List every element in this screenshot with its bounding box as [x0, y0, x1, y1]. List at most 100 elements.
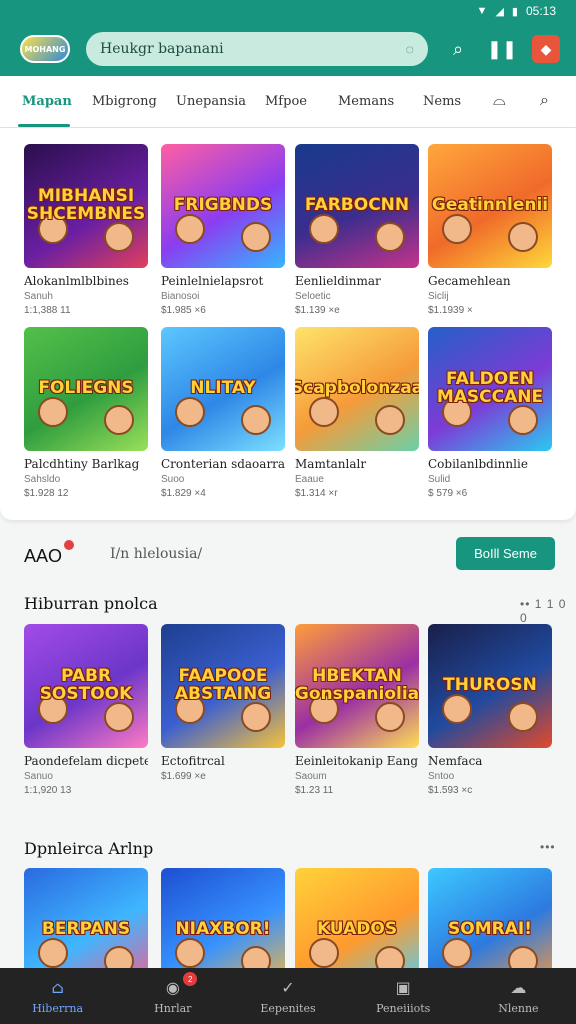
tab-3[interactable]: Mfpoe: [265, 94, 307, 109]
section-title: Dpnleirca Arlnp: [24, 839, 154, 858]
category-tabs: Mapan Mbigrong Unepansia Mfpoe Memans Ne…: [0, 76, 576, 128]
active-tab-indicator: [18, 124, 70, 127]
game-thumbnail[interactable]: PABR SOSTOOK: [24, 624, 148, 748]
promo-subtitle: I/n hlelousia/: [110, 546, 203, 562]
game-name: Nemfaca: [428, 754, 483, 768]
game-tile[interactable]: NLITAY Cronterian sdaoarran Suoo $1.829 ×4: [161, 327, 285, 499]
nav-label: Eepenites: [260, 1001, 316, 1015]
character-art: [241, 405, 271, 435]
game-tile[interactable]: MIBHANSI SHCEMBNES Alokanlmlblbines Sanuh 1…: [24, 144, 148, 316]
character-art: [175, 938, 205, 968]
nav-item-explore[interactable]: ✓ Eepenites: [230, 968, 345, 1024]
game-name: Ectofitrcal: [161, 754, 225, 768]
game-thumbnail[interactable]: FAAPOOE ABSTAING: [161, 624, 285, 748]
game-thumbnail[interactable]: THUROSN: [428, 624, 552, 748]
game-thumbnail[interactable]: FALDOEN MASCCANE: [428, 327, 552, 451]
game-category: Bianosoi: [161, 291, 200, 302]
game-category: Saoum: [295, 771, 327, 782]
character-art: [508, 222, 538, 252]
game-name: Eenlieldinmar: [295, 274, 381, 288]
game-art-title: FARBOCNN: [304, 195, 410, 216]
game-tile[interactable]: Scapbolonzaa Mamtanlalr Eaaue $1.314 ×r: [295, 327, 419, 499]
character-art: [508, 405, 538, 435]
character-art: [175, 397, 205, 427]
game-art-title: NLITAY: [190, 378, 256, 399]
game-art-title: FAAPOOE ABSTAING: [174, 666, 272, 704]
home-icon: ⌂: [51, 978, 64, 997]
tab-0[interactable]: Mapan: [22, 94, 72, 109]
status-time: 05:13: [525, 4, 556, 18]
game-category: Suoo: [161, 474, 185, 485]
game-tile[interactable]: FOLIEGNS Palcdhtiny Barlkag Sahsldo $1.928 …: [24, 327, 148, 499]
game-tile[interactable]: FAAPOOE ABSTAING Ectofitrcal $1.699 ×e: [161, 624, 285, 782]
game-name: Paondefelam dicpete: [24, 754, 148, 768]
game-art-title: BERPANS: [41, 919, 131, 940]
game-art-title: FRIGBNDS: [173, 195, 273, 216]
game-name: Alokanlmlblbines: [24, 274, 129, 288]
game-tile[interactable]: THUROSN Nemfaca Sntoo $1.593 ×c: [428, 624, 552, 796]
game-meta: $1.139 ×e: [295, 305, 340, 316]
game-tile[interactable]: FRIGBNDS Peinlelnielapsrot Bianosoi $1.985 …: [161, 144, 285, 316]
game-thumbnail[interactable]: Geatinnlenii: [428, 144, 552, 268]
gift-icon[interactable]: ❚❚: [487, 35, 517, 63]
character-art: [104, 222, 134, 252]
app-logo[interactable]: MOHANG: [20, 35, 70, 63]
nav-item-profile[interactable]: ◉ 2 Hnrlar: [115, 968, 230, 1024]
game-thumbnail[interactable]: NLITAY: [161, 327, 285, 451]
nav-badge: 2: [183, 972, 198, 986]
game-meta: $1.829 ×4: [161, 488, 206, 499]
game-thumbnail[interactable]: FOLIEGNS: [24, 327, 148, 451]
see-more-button[interactable]: BoIll Seme: [456, 537, 555, 570]
tab-2[interactable]: Unepansia: [176, 94, 246, 109]
character-art: [309, 938, 339, 968]
profile-icon: ◉: [165, 978, 180, 997]
game-meta: 1:1,388 11: [24, 305, 71, 316]
game-thumbnail[interactable]: FARBOCNN: [295, 144, 419, 268]
notification-icon[interactable]: ◆: [532, 35, 560, 63]
nav-label: Nlenne: [498, 1001, 539, 1015]
game-name: Gecamehlean: [428, 274, 511, 288]
character-art: [241, 222, 271, 252]
character-art: [442, 694, 472, 724]
game-category: Eaaue: [295, 474, 324, 485]
game-art-title: FOLIEGNS: [38, 378, 134, 399]
status-bar: ▼ ◢ ▮ 05:13: [0, 0, 576, 22]
promo-badge: [64, 540, 74, 550]
character-art: [375, 222, 405, 252]
game-tile[interactable]: FALDOEN MASCCANE Cobilanlbdinnlie Sulid $ 5…: [428, 327, 552, 499]
game-thumbnail[interactable]: MIBHANSI SHCEMBNES: [24, 144, 148, 268]
chat-icon[interactable]: ◌: [406, 41, 414, 57]
game-tile[interactable]: HBEKTAN Gonspaniolia Eeinleitokanip Eang S…: [295, 624, 419, 796]
search-input[interactable]: [100, 41, 370, 57]
game-thumbnail[interactable]: FRIGBNDS: [161, 144, 285, 268]
search-bar[interactable]: ◌: [86, 32, 428, 66]
character-art: [309, 397, 339, 427]
game-tile[interactable]: Geatinnlenii Gecamehlean Siclij $1.1939 ×: [428, 144, 552, 316]
tab-4[interactable]: Memans: [338, 94, 394, 109]
tab-5[interactable]: Nems: [423, 94, 461, 109]
tab-1[interactable]: Mbigrong: [92, 94, 157, 109]
promo-title: AAO: [24, 546, 63, 566]
game-tile[interactable]: PABR SOSTOOK Paondefelam dicpete Sanuo 1:1,…: [24, 624, 148, 796]
more-options-icon[interactable]: •••: [540, 840, 556, 854]
nav-item-home[interactable]: ⌂ Hiberrna: [0, 968, 115, 1024]
game-thumbnail[interactable]: HBEKTAN Gonspaniolia: [295, 624, 419, 748]
section-more[interactable]: •• 1 1 0 0: [520, 597, 576, 625]
search-icon[interactable]: ⌕: [540, 92, 549, 110]
character-art: [442, 214, 472, 244]
controller-icon[interactable]: ⌓: [493, 92, 506, 110]
nav-item-store[interactable]: ▣ Peneiiiots: [346, 968, 461, 1024]
game-meta: $1.985 ×6: [161, 305, 206, 316]
character-art: [508, 702, 538, 732]
game-thumbnail[interactable]: Scapbolonzaa: [295, 327, 419, 451]
game-meta: 1:1,920 13: [24, 785, 72, 796]
character-art: [38, 397, 68, 427]
game-tile[interactable]: FARBOCNN Eenlieldinmar Seloetic $1.139 ×e: [295, 144, 419, 316]
game-art-title: HBEKTAN Gonspaniolia: [295, 666, 419, 704]
game-art-title: Scapbolonzaa: [295, 378, 419, 399]
nav-label: Hiberrna: [32, 1001, 84, 1015]
character-art: [375, 405, 405, 435]
nav-item-games[interactable]: ☁ Nlenne: [461, 968, 576, 1024]
app-bar: MOHANG ◌ ⌕ ❚❚ ◆: [0, 22, 576, 76]
search-icon[interactable]: ⌕: [444, 35, 472, 63]
